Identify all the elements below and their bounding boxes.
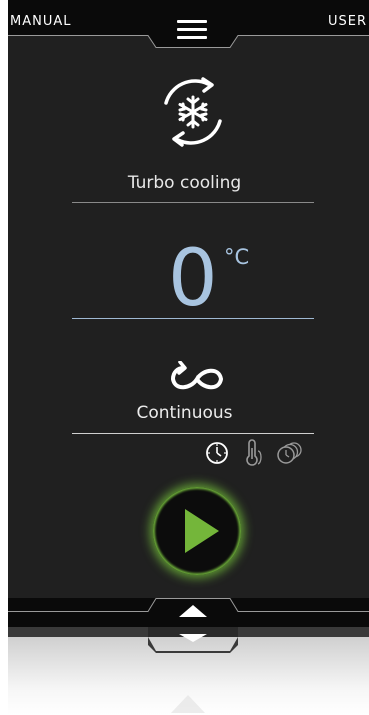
multi-timer-icon[interactable] bbox=[276, 439, 306, 467]
turbo-cooling-snowflake-cycle-icon[interactable] bbox=[154, 73, 232, 151]
hamburger-icon[interactable] bbox=[177, 20, 207, 42]
cycle-label: Continuous bbox=[136, 403, 233, 423]
play-icon bbox=[185, 509, 219, 553]
control-panel: MANUAL USER Turbo cooling 0 °C Continuou… bbox=[8, 0, 369, 627]
temperature-unit: °C bbox=[224, 245, 250, 269]
cycle-divider bbox=[72, 433, 314, 434]
temperature-divider bbox=[72, 318, 314, 319]
infinity-loop-icon[interactable] bbox=[163, 361, 231, 397]
manual-mode-label[interactable]: MANUAL bbox=[10, 14, 72, 29]
chevron-up-icon[interactable] bbox=[179, 605, 207, 617]
divider bbox=[72, 202, 314, 203]
thermometer-probe-icon[interactable] bbox=[240, 439, 266, 467]
mode-label: Turbo cooling bbox=[127, 173, 242, 193]
user-label[interactable]: USER bbox=[328, 14, 367, 29]
temperature-value[interactable]: 0 bbox=[168, 238, 218, 320]
reflection bbox=[8, 627, 369, 715]
clock-icon[interactable] bbox=[204, 439, 230, 467]
top-bar: MANUAL USER bbox=[8, 0, 369, 48]
start-button[interactable] bbox=[153, 487, 241, 575]
reflection-shape bbox=[8, 627, 369, 713]
